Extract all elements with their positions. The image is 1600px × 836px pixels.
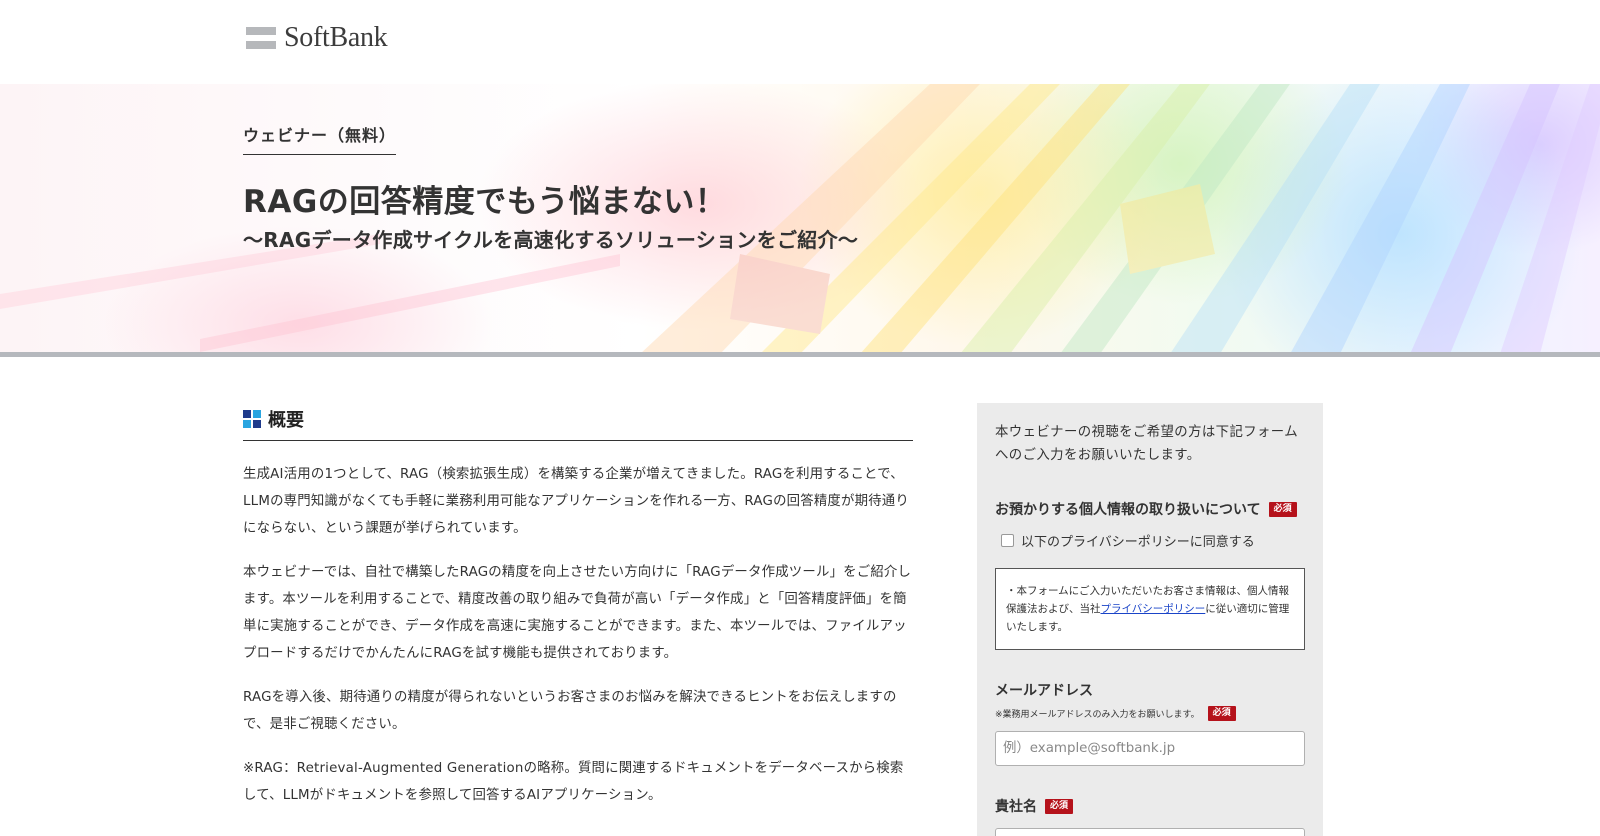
privacy-notice-box: ・本フォームにご入力いただいたお客さま情報は、個人情報保護法および、当社プライバ… — [995, 568, 1305, 650]
page-title: RAGの回答精度でもう悩まない！ — [243, 184, 727, 220]
required-badge: 必須 — [1268, 501, 1297, 517]
company-field-label: 貴社名 必須 — [995, 796, 1305, 816]
overview-paragraph: RAGを導入後、期待通りの精度が得られないというお客さまのお悩みを解決できるヒン… — [243, 690, 897, 732]
site-header: SoftBank — [0, 0, 1600, 84]
softbank-logo[interactable]: SoftBank — [246, 22, 388, 54]
privacy-label-text: お預かりする個人情報の取り扱いについて — [995, 502, 1261, 518]
overview-title: 概要 — [268, 410, 304, 431]
privacy-consent-checkbox[interactable] — [1001, 534, 1014, 547]
overview-paragraph: 本ウェビナーでは、自社で構築したRAGの精度を向上させたい方向けに「RAGデータ… — [243, 565, 912, 661]
company-label-text: 貴社名 — [995, 799, 1037, 815]
softbank-logo-icon — [246, 27, 276, 49]
hero-background-graphic — [0, 84, 1600, 354]
registration-form: 本ウェビナーの視聴をご希望の方は下記フォームへのご入力をお願いいたします。 お預… — [977, 403, 1323, 836]
email-field-label: メールアドレス — [995, 680, 1305, 700]
page-subtitle: 〜RAGデータ作成サイクルを高速化するソリューションをご紹介〜 — [243, 228, 859, 252]
overview-paragraph: 生成AI活用の1つとして、RAG（検索拡張生成）を構築する企業が増えてきました。… — [243, 467, 909, 536]
overview-heading: 概要 — [243, 406, 913, 441]
email-label-text: メールアドレス — [995, 683, 1093, 699]
hero-banner: ウェビナー（無料） RAGの回答精度でもう悩まない！ 〜RAGデータ作成サイクル… — [0, 84, 1600, 354]
hero-divider — [0, 352, 1600, 357]
company-name-field[interactable] — [995, 828, 1305, 836]
privacy-consent-label[interactable]: 以下のプライバシーポリシーに同意する — [1021, 531, 1255, 550]
privacy-consent-row[interactable]: 以下のプライバシーポリシーに同意する — [1001, 531, 1305, 550]
email-field-note: ※業務用メールアドレスのみ入力をお願いします。 必須 — [995, 706, 1305, 721]
required-badge: 必須 — [1207, 706, 1236, 721]
email-note-text: ※業務用メールアドレスのみ入力をお願いします。 — [995, 710, 1200, 720]
email-field[interactable] — [995, 731, 1305, 766]
overview-paragraph: ※RAG：Retrieval-Augmented Generationの略称。質… — [243, 761, 904, 803]
event-type-label: ウェビナー（無料） — [243, 122, 397, 155]
privacy-field-label: お預かりする個人情報の取り扱いについて 必須 — [995, 499, 1305, 519]
required-badge: 必須 — [1045, 798, 1074, 814]
grid-square-icon — [243, 410, 261, 428]
overview-section: 概要 生成AI活用の1つとして、RAG（検索拡張生成）を構築する企業が増えてきま… — [243, 406, 913, 809]
privacy-policy-link[interactable]: プライバシーポリシー — [1101, 603, 1206, 615]
logo-text: SoftBank — [284, 22, 388, 53]
form-intro-text: 本ウェビナーの視聴をご希望の方は下記フォームへのご入力をお願いいたします。 — [995, 425, 1298, 463]
